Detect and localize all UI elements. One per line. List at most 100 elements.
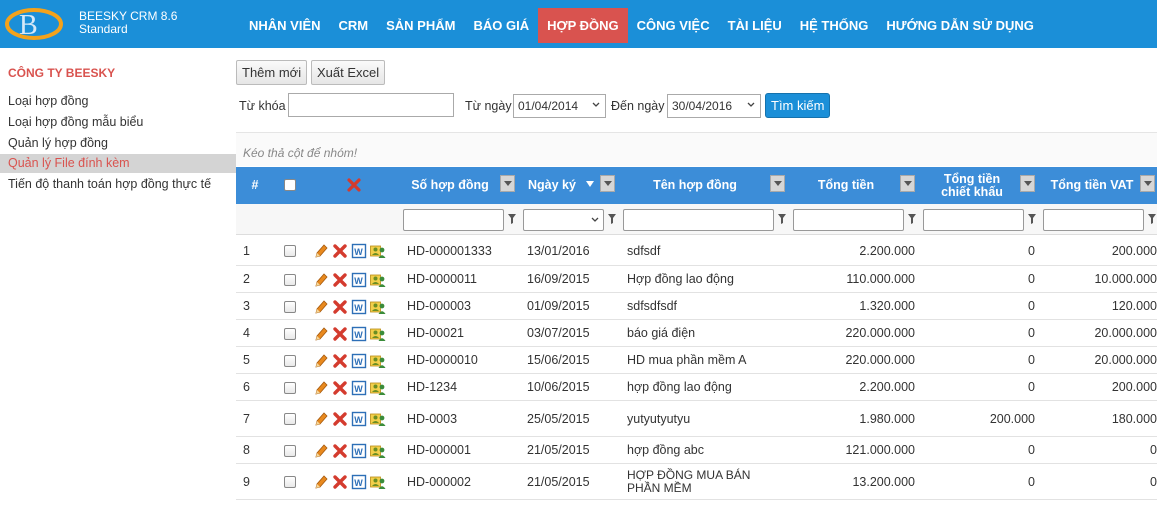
user-group-icon[interactable] — [370, 411, 386, 427]
filter-vat-input[interactable] — [1043, 209, 1144, 231]
nav-item-crm[interactable]: CRM — [330, 8, 378, 43]
cell-code: HD-000003 — [407, 299, 471, 313]
sidebar-item-loai-hop-dong-mau-bieu[interactable]: Loại hợp đồng mẫu biểu — [0, 113, 236, 132]
delete-all-icon[interactable] — [347, 178, 361, 192]
header-vat[interactable]: Tổng tiền VAT — [1042, 167, 1142, 204]
from-date-picker[interactable]: 01/04/2014 — [513, 94, 606, 118]
word-document-icon[interactable]: W — [351, 326, 367, 342]
nav-item-san-pham[interactable]: SẢN PHẨM — [377, 8, 464, 43]
header-date-menu-button[interactable] — [600, 175, 615, 192]
word-document-icon[interactable]: W — [351, 474, 367, 490]
filter-discount-input[interactable] — [923, 209, 1024, 231]
nav-item-hop-dong[interactable]: HỢP ĐỒNG — [538, 8, 628, 43]
row-checkbox[interactable] — [284, 445, 296, 457]
sort-desc-icon[interactable] — [586, 181, 594, 188]
user-group-icon[interactable] — [370, 326, 386, 342]
row-checkbox[interactable] — [284, 413, 296, 425]
word-document-icon[interactable]: W — [351, 243, 367, 259]
pencil-icon[interactable] — [313, 272, 329, 288]
table-row: 5 W HD-0000010 15/06/2015 HD mua phần mề… — [236, 347, 1157, 374]
filter-icon[interactable] — [1148, 214, 1156, 224]
nav-item-tai-lieu[interactable]: TÀI LIỆU — [719, 8, 791, 43]
cell-total: 1.320.000 — [859, 299, 915, 313]
sidebar-item-tien-do-thanh-toan[interactable]: Tiến độ thanh toán hợp đồng thực tế — [0, 175, 236, 194]
sidebar-item-loai-hop-dong[interactable]: Loại hợp đồng — [0, 92, 236, 111]
word-document-icon[interactable]: W — [351, 380, 367, 396]
row-actions: W — [313, 299, 386, 315]
word-document-icon[interactable]: W — [351, 443, 367, 459]
pencil-icon[interactable] — [313, 299, 329, 315]
user-group-icon[interactable] — [370, 299, 386, 315]
header-name-menu-button[interactable] — [770, 175, 785, 192]
pencil-icon[interactable] — [313, 326, 329, 342]
user-group-icon[interactable] — [370, 380, 386, 396]
filter-icon[interactable] — [1028, 214, 1036, 224]
sidebar-item-quan-ly-hop-dong[interactable]: Quản lý hợp đồng — [0, 134, 236, 153]
group-drop-area[interactable]: Kéo thả cột để nhóm! — [236, 132, 1157, 166]
delete-icon[interactable] — [332, 474, 348, 490]
row-checkbox[interactable] — [284, 245, 296, 257]
delete-icon[interactable] — [332, 443, 348, 459]
user-group-icon[interactable] — [370, 243, 386, 259]
delete-icon[interactable] — [332, 353, 348, 369]
nav-item-nhan-vien[interactable]: NHÂN VIÊN — [240, 8, 330, 43]
delete-icon[interactable] — [332, 299, 348, 315]
filter-total-input[interactable] — [793, 209, 904, 231]
delete-icon[interactable] — [332, 411, 348, 427]
header-date[interactable]: Ngày ký — [521, 167, 583, 204]
row-checkbox[interactable] — [284, 476, 296, 488]
nav-item-cong-viec[interactable]: CÔNG VIỆC — [628, 8, 719, 43]
filter-icon[interactable] — [908, 214, 916, 224]
header-total-menu-button[interactable] — [900, 175, 915, 192]
delete-icon[interactable] — [332, 380, 348, 396]
header-name[interactable]: Tên hợp đồng — [621, 167, 769, 204]
user-group-icon[interactable] — [370, 353, 386, 369]
pencil-icon[interactable] — [313, 474, 329, 490]
header-discount-menu-button[interactable] — [1020, 175, 1035, 192]
pencil-icon[interactable] — [313, 353, 329, 369]
filter-name-input[interactable] — [623, 209, 774, 231]
delete-icon[interactable] — [332, 272, 348, 288]
row-checkbox[interactable] — [284, 382, 296, 394]
nav-item-bao-gia[interactable]: BÁO GIÁ — [464, 8, 538, 43]
search-button[interactable]: Tìm kiếm — [765, 93, 831, 118]
delete-icon[interactable] — [332, 243, 348, 259]
user-group-icon[interactable] — [370, 474, 386, 490]
nav-item-huong-dan[interactable]: HƯỚNG DẪN SỬ DỤNG — [877, 8, 1043, 43]
filter-date-select[interactable] — [523, 209, 604, 231]
cell-vat: 120.000 — [1111, 299, 1157, 313]
nav-item-he-thong[interactable]: HỆ THỐNG — [791, 8, 878, 43]
pencil-icon[interactable] — [313, 443, 329, 459]
filter-code-input[interactable] — [403, 209, 504, 231]
word-document-icon[interactable]: W — [351, 411, 367, 427]
pencil-icon[interactable] — [313, 411, 329, 427]
row-checkbox[interactable] — [284, 355, 296, 367]
word-document-icon[interactable]: W — [351, 299, 367, 315]
header-code[interactable]: Số hợp đồng — [402, 167, 498, 204]
row-checkbox[interactable] — [284, 328, 296, 340]
word-document-icon[interactable]: W — [351, 272, 367, 288]
sidebar-item-quan-ly-file-dinh-kem[interactable]: Quản lý File đính kèm — [0, 154, 236, 173]
to-date-picker[interactable]: 30/04/2016 — [667, 94, 761, 118]
filter-icon[interactable] — [508, 214, 516, 224]
filter-icon[interactable] — [608, 214, 616, 224]
header-vat-menu-button[interactable] — [1140, 175, 1155, 192]
header-code-menu-button[interactable] — [500, 175, 515, 192]
user-group-icon[interactable] — [370, 272, 386, 288]
row-checkbox[interactable] — [284, 274, 296, 286]
top-navbar: B BEESKY CRM 8.6 Standard NHÂN VIÊN CRM … — [0, 0, 1157, 48]
header-discount[interactable]: Tổng tiền chiết khấu — [922, 167, 1022, 204]
pencil-icon[interactable] — [313, 380, 329, 396]
row-checkbox[interactable] — [284, 301, 296, 313]
select-all-checkbox[interactable] — [284, 179, 296, 191]
cell-discount: 0 — [1028, 272, 1035, 286]
user-group-icon[interactable] — [370, 443, 386, 459]
filter-icon[interactable] — [778, 214, 786, 224]
word-document-icon[interactable]: W — [351, 353, 367, 369]
keyword-input[interactable] — [288, 93, 454, 117]
delete-icon[interactable] — [332, 326, 348, 342]
pencil-icon[interactable] — [313, 243, 329, 259]
header-total[interactable]: Tổng tiền — [791, 167, 901, 204]
add-new-button[interactable]: Thêm mới — [236, 60, 308, 85]
export-excel-button[interactable]: Xuất Excel — [311, 60, 386, 85]
